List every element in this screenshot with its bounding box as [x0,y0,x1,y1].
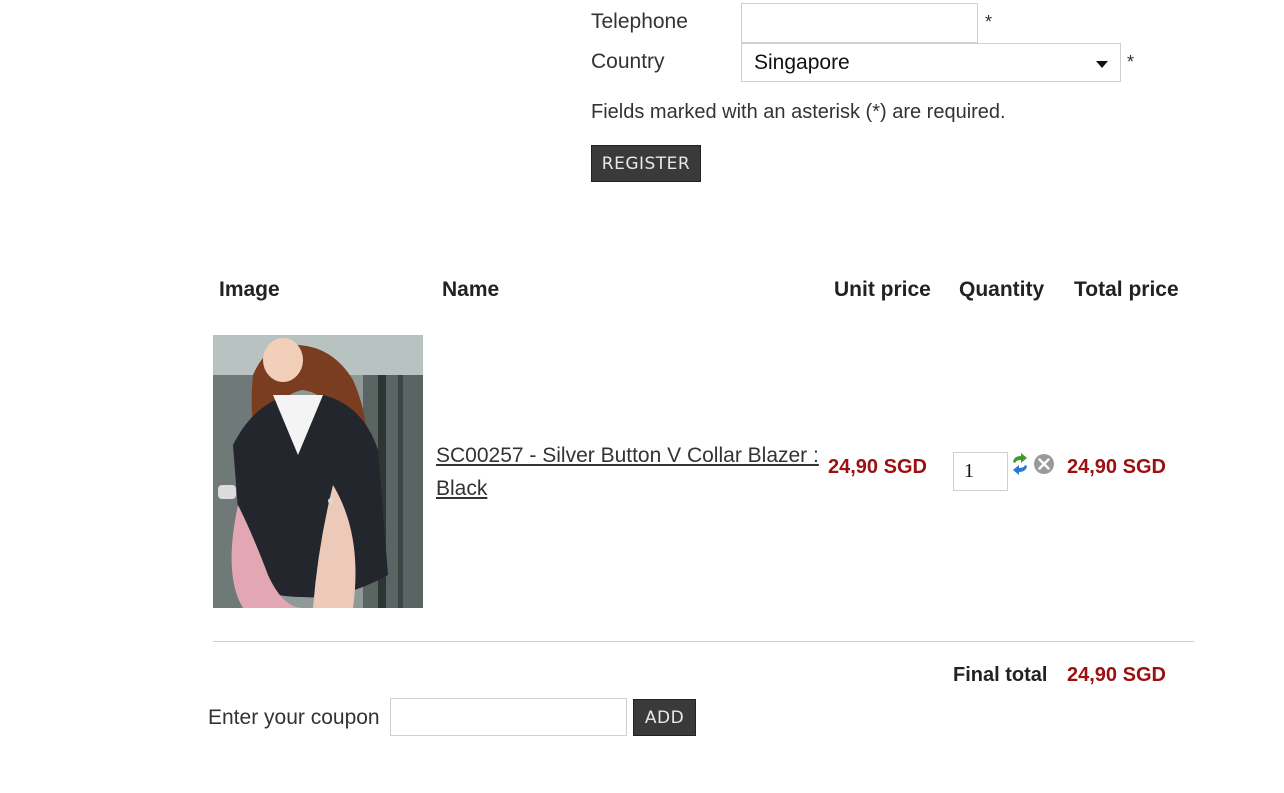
product-image[interactable] [213,335,423,608]
telephone-label: Telephone [591,10,688,33]
total-price: 24,90 SGD [1067,456,1166,478]
coupon-input[interactable] [390,698,627,736]
refresh-icon[interactable] [1009,453,1031,475]
add-coupon-button[interactable]: ADD [633,699,696,736]
header-total-price: Total price [1074,278,1179,301]
unit-price: 24,90 SGD [828,456,927,478]
product-name-line1: SC00257 - Silver Button V Collar Blazer … [436,444,819,467]
country-label: Country [591,50,665,73]
country-select[interactable]: Singapore [741,43,1121,82]
required-note: Fields marked with an asterisk (*) are r… [591,101,1006,123]
product-name-line2: Black [436,477,488,500]
register-button[interactable]: REGISTER [591,145,701,182]
chevron-down-icon [1096,61,1108,68]
header-quantity: Quantity [959,278,1045,301]
country-required-marker: * [1127,52,1135,72]
country-select-value: Singapore [754,50,850,74]
header-image: Image [219,278,280,301]
quantity-input[interactable] [953,452,1008,491]
remove-icon[interactable] [1033,453,1055,475]
header-unit-price: Unit price [834,278,931,301]
telephone-input[interactable] [741,3,978,43]
header-name: Name [442,278,500,301]
telephone-required-marker: * [985,12,993,32]
final-total-label: Final total [953,664,1048,686]
product-photo [213,335,423,608]
cart-divider [213,641,1194,642]
final-total-value: 24,90 SGD [1067,664,1166,686]
product-name-link[interactable]: SC00257 - Silver Button V Collar Blazer … [436,439,822,505]
coupon-label: Enter your coupon [208,706,380,729]
